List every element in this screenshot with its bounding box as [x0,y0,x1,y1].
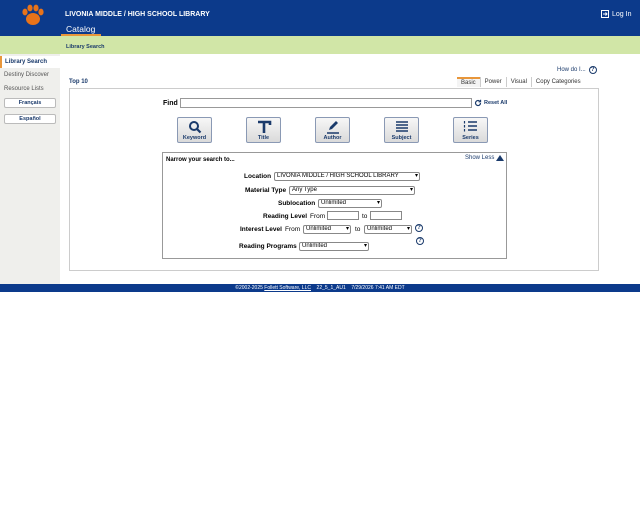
sidebar-item-resource-lists[interactable]: Resource Lists [0,83,60,95]
reading-level-to-input[interactable] [370,211,402,220]
top-10-link[interactable]: Top 10 [69,79,88,85]
author-search-button[interactable]: Author [315,117,350,143]
footer-version: 22_5_1_AU1 [316,285,346,291]
search-mode-tabs: Basic Power Visual Copy Categories [457,77,585,87]
reading-level-from-input[interactable] [327,211,359,220]
location-select[interactable]: LIVONIA MIDDLE / HIGH SCHOOL LIBRARY [274,172,420,181]
library-name: LIVONIA MIDDLE / HIGH SCHOOL LIBRARY [65,11,210,18]
keyword-search-button[interactable]: Keyword [177,117,212,143]
title-search-button[interactable]: Title [246,117,281,143]
interest-help-icon[interactable]: ? [415,224,423,232]
sublocation-label: Sublocation [278,200,316,207]
numbered-list-icon [463,121,477,132]
show-less-label: Show Less [465,155,495,161]
magnifier-icon [188,121,201,134]
location-label: Location [244,173,272,180]
series-search-button[interactable]: Series [453,117,488,143]
sidebar: Library Search Destiny Discover Resource… [0,54,60,284]
login-button[interactable]: Log In [601,10,631,18]
subnav-library-search[interactable]: Library Search [66,44,105,50]
footer-timestamp: 7/29/2026 7:41 AM EDT [351,285,405,291]
find-input[interactable] [180,98,472,108]
material-type-select[interactable]: Any Type [289,186,415,195]
title-label: Title [257,135,270,141]
tab-visual[interactable]: Visual [505,77,531,87]
subject-label: Subject [391,135,412,141]
lines-icon [395,121,408,132]
reset-all-button[interactable]: Reset All [474,99,507,107]
reading-programs-select[interactable]: Unlimited [299,242,369,251]
footer: ©2002-2025 Follett Software, LLC 22_5_1_… [0,284,640,292]
reset-all-label: Reset All [484,100,508,106]
tab-basic[interactable]: Basic [457,77,480,87]
sidebar-item-destiny-discover[interactable]: Destiny Discover [0,69,60,81]
find-label: Find [163,100,178,107]
pen-icon [326,121,339,134]
footer-copyright: ©2002-2025 [235,285,263,291]
language-spanish-button[interactable]: Español [4,114,56,124]
sidebar-item-library-search[interactable]: Library Search [0,56,60,68]
app-header: LIVONIA MIDDLE / HIGH SCHOOL LIBRARY Log… [0,0,640,36]
paw-icon [20,2,46,28]
reading-level-to-label: to [362,213,368,220]
tab-copy-categories[interactable]: Copy Categories [530,77,585,87]
reading-programs-label: Reading Programs [239,243,297,250]
tab-power[interactable]: Power [479,77,506,87]
show-less-button[interactable]: Show Less [465,155,505,161]
sublocation-select[interactable]: Unlimited [318,199,382,208]
footer-company-link[interactable]: Follett Software, LLC [264,285,311,291]
how-do-i-link[interactable]: How do I... ? [557,66,597,74]
series-label: Series [462,135,479,141]
reading-level-from-label: From [310,213,326,220]
author-label: Author [323,135,342,141]
help-icon: ? [588,66,597,74]
interest-level-label: Interest Level [240,226,282,233]
interest-from-select[interactable]: Unlimited [303,225,351,234]
refresh-icon [474,99,482,107]
login-label: Log In [612,10,632,18]
reading-level-label: Reading Level [263,213,308,220]
language-french-button[interactable]: Français [4,98,56,108]
interest-to-select[interactable]: Unlimited [364,225,412,234]
login-icon [601,10,609,18]
material-type-label: Material Type [245,187,287,194]
tab-catalog[interactable]: Catalog [61,24,101,36]
triangle-up-icon [496,155,505,161]
how-do-i-label: How do I... [557,67,586,73]
narrow-title: Narrow your search to... [166,157,235,163]
title-t-icon [257,120,271,133]
keyword-label: Keyword [182,135,207,141]
subnav-bar: Library Search [0,36,640,54]
interest-to-label: to [355,226,361,233]
subject-search-button[interactable]: Subject [384,117,419,143]
interest-from-label: From [285,226,301,233]
reading-programs-help-icon[interactable]: ? [416,237,424,245]
